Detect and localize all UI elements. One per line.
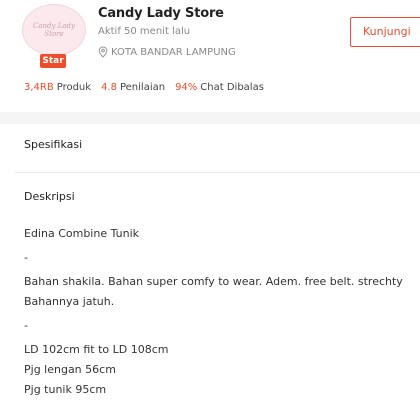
stat-chat-value: 94%	[175, 82, 198, 93]
section-divider	[0, 112, 420, 124]
shop-active-status: Aktif 50 menit lalu	[98, 26, 191, 37]
desc-line: -	[24, 251, 28, 264]
desc-section-title: Deskripsi	[24, 190, 75, 203]
stat-ratings-value: 4.8	[101, 82, 117, 93]
stat-products-value: 3,4RB	[24, 82, 54, 93]
desc-line: Bahan shakila. Bahan super comfy to wear…	[24, 275, 403, 288]
stat-ratings-label: Penilaian	[119, 82, 166, 93]
shop-logo-text: Candy Lady Store	[33, 22, 75, 38]
location-pin-icon	[98, 46, 108, 58]
shop-header: Candy Lady Store Star Candy Lady Store A…	[0, 0, 420, 112]
desc-line: LD 102cm fit to LD 108cm	[24, 343, 169, 356]
shop-logo: Candy Lady Store	[22, 4, 86, 56]
stat-chat-label: Chat Dibalas	[200, 82, 264, 93]
desc-line: Edina Combine Tunik	[24, 227, 140, 240]
desc-line: Bahannya jatuh.	[24, 295, 115, 308]
star-badge: Star	[40, 54, 66, 68]
stat-chat: 94% Chat Dibalas	[175, 82, 264, 93]
spec-section-title: Spesifikasi	[24, 138, 83, 151]
visit-shop-button[interactable]: Kunjungi	[350, 17, 420, 47]
shop-avatar[interactable]: Candy Lady Store Star	[22, 4, 86, 68]
section-separator	[14, 172, 420, 173]
desc-line: -	[24, 319, 28, 332]
desc-line: Pjg tunik 95cm	[24, 383, 107, 396]
product-description: Edina Combine Tunik - Bahan shakila. Bah…	[24, 224, 420, 400]
stat-products-label: Produk	[56, 82, 92, 93]
shop-name[interactable]: Candy Lady Store	[98, 6, 224, 21]
shop-stats: 3,4RB Produk 4.8 Penilaian 94% Chat Dibalas	[24, 82, 264, 93]
stat-ratings[interactable]: 4.8 Penilaian	[101, 82, 165, 93]
desc-line: Pjg lengan 56cm	[24, 363, 116, 376]
shop-location-text: KOTA BANDAR LAMPUNG	[111, 46, 236, 58]
stat-products[interactable]: 3,4RB Produk	[24, 82, 91, 93]
shop-location: KOTA BANDAR LAMPUNG	[98, 46, 236, 58]
